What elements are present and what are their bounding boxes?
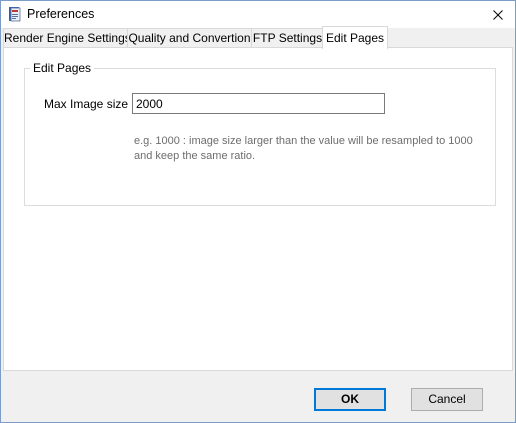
close-icon <box>493 9 503 20</box>
max-image-size-input[interactable] <box>132 93 385 114</box>
tab-render-engine-settings[interactable]: Render Engine Settings <box>3 28 131 48</box>
edit-pages-groupbox: Edit Pages Max Image size e.g. 1000 : im… <box>24 61 496 206</box>
ok-button[interactable]: OK <box>314 388 386 411</box>
tab-quality-and-convertion[interactable]: Quality and Convertion <box>127 28 252 48</box>
max-image-size-label: Max Image size <box>44 97 129 111</box>
dialog-footer: OK Cancel <box>1 371 515 422</box>
title-bar[interactable]: Preferences <box>1 1 515 28</box>
app-icon <box>8 6 22 22</box>
window-title: Preferences <box>27 7 95 21</box>
close-button[interactable] <box>481 1 515 28</box>
cancel-button[interactable]: Cancel <box>411 388 483 411</box>
groupbox-title: Edit Pages <box>30 61 95 75</box>
tab-edit-pages[interactable]: Edit Pages <box>322 26 388 49</box>
max-image-size-hint: e.g. 1000 : image size larger than the v… <box>134 135 473 162</box>
tab-ftp-settings[interactable]: FTP Settings <box>251 28 324 48</box>
edit-pages-panel: Edit Pages Max Image size e.g. 1000 : im… <box>3 47 513 371</box>
preferences-dialog: Preferences Render Engine Settings Quali… <box>0 0 516 423</box>
